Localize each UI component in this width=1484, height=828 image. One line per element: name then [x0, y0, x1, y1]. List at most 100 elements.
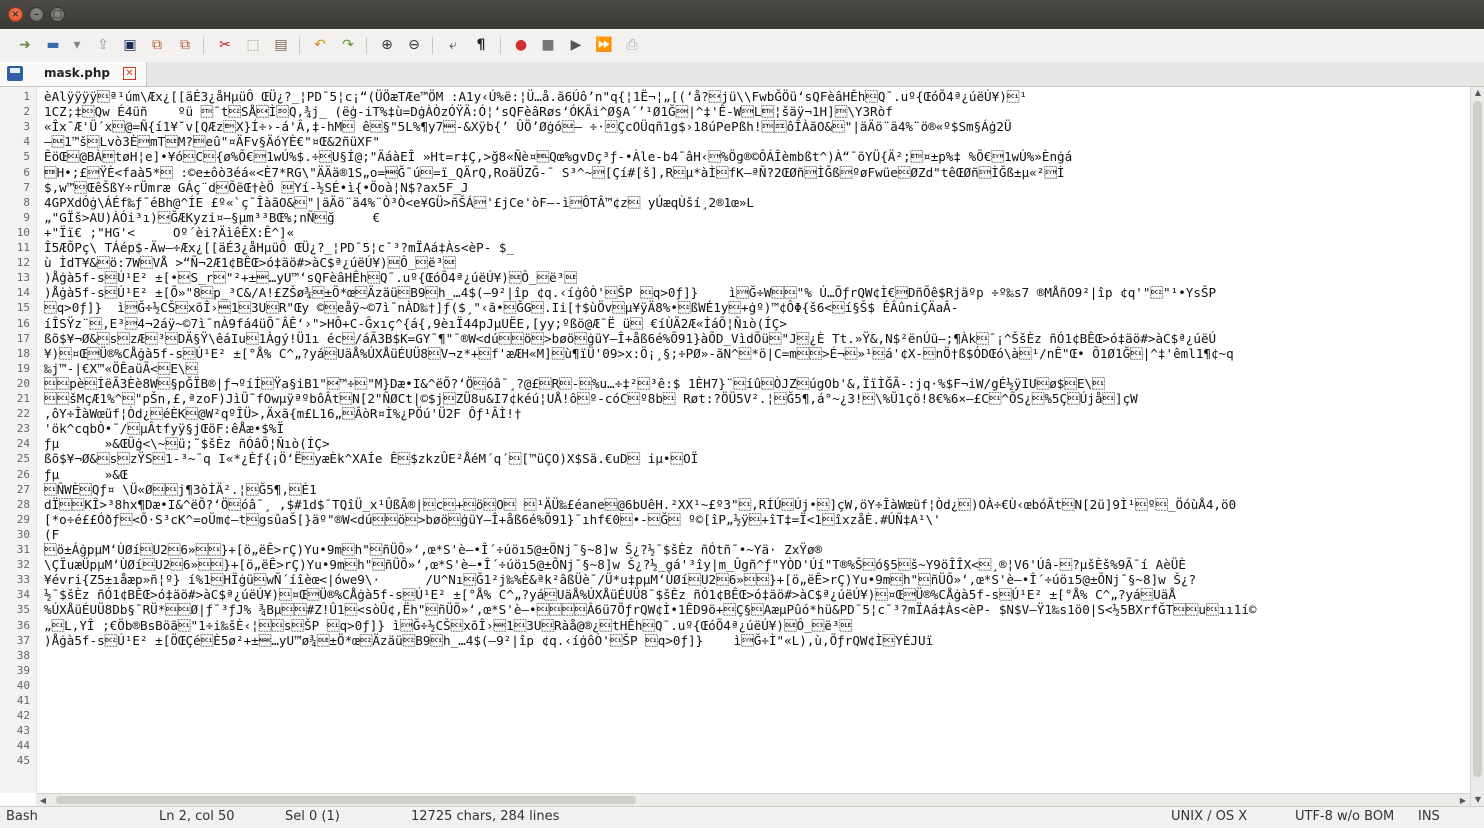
save-icon[interactable]: ▣	[121, 36, 139, 54]
horizontal-scrollbar[interactable]: ◀ ▶	[36, 793, 1470, 807]
code-line[interactable]: ,ôY÷ÎàWœüf¦Òd¿éÈK@W²qºÎÜ>,Äxã{m£L16„Â…	[44, 406, 522, 421]
code-line[interactable]: 'ök^cqbÒ•¯/µÂtfyÿ§jŒöF:êÅæ•$%Ï	[44, 421, 284, 436]
code-line[interactable]: ½¯$šÈz ñÓ1¢BÊŒ>ó‡äö#>àC$ª¿úëÚ¥)¤ŒÜ®%CÅ…	[44, 587, 1176, 602]
line-number: 44	[16, 739, 30, 753]
code-line[interactable]: +"Ïï€ ;"HG'< Oº´èi?ÄìêÊX:Ê^]«	[44, 225, 294, 240]
code-line[interactable]: ‰j™-|€X™«ÖÊaüÃ<E\	[44, 361, 198, 376]
line-number: 37	[16, 633, 30, 647]
save-macro-icon[interactable]: ⎙	[623, 36, 641, 54]
code-line[interactable]: ¥évri{Z5±ıåæp»ñ¦º} í%1HÏġüwÑ´íîèœ<|ówe…	[44, 572, 1196, 587]
play-macro-multiple-icon[interactable]: ⏩	[595, 36, 613, 54]
code-line[interactable]: dÏKÎ>³8hx¶Dæ•I&^ëÕ?‘Öóâ¯¸ ,$#1d$¯TQîÜ…	[44, 497, 1236, 512]
code-line[interactable]: $,w™ŒêŠßY÷rÜmræ GÁç¨dÕëŒ†èÖ Yí-½SÉ•ì{…	[44, 180, 468, 195]
code-line[interactable]: ßõ$¥¬Ø&szŸS1-³~¯q I«*¿Èƒ{¡Ö‘ËyæÈk^XA…	[44, 451, 698, 466]
code-line[interactable]: ÊöŒ@BÀtøH¦e]•¥óC{ø%Õ€1wÚ%$.÷U§Í@;"…	[44, 149, 1072, 164]
save-all-icon[interactable]: ⧉	[176, 36, 194, 54]
zoom-out-icon[interactable]: ⊖	[405, 36, 423, 54]
code-line[interactable]: pèÍëÃ3Èè8W§pĞÏB®|ƒ¬ºíÍŸa§iB1"™÷"M…	[44, 376, 1105, 391]
line-number: 30	[16, 527, 30, 541]
status-bar: Bash Ln 2, col 50 Sel 0 (1) 12725 chars,…	[0, 806, 1484, 828]
code-line[interactable]: ƒµ »&Œ	[44, 467, 127, 482]
tab-mask-php[interactable]: mask.php ✕	[0, 62, 147, 86]
code-line[interactable]: )Åġà5f-sÚ¹E² ±[•S_r"²+±…yU™‘sQFèâHÊh…	[44, 270, 577, 285]
toolbar-separator	[299, 37, 300, 54]
line-number: 20	[16, 376, 30, 390]
code-line[interactable]: H•;£ŸÈ<faà5* :©e±ôò3éá«<È7*RG\"ÄÄä®1S…	[44, 165, 1065, 180]
window-close-button[interactable]: ×	[8, 7, 23, 22]
code-line[interactable]: 4GPXdÓġ\ÁÉf‰ƒ¯éBh@^ÍE £º«`ç¯ÎàãO&"|äÄö¨…	[44, 195, 754, 210]
line-number: 42	[16, 709, 30, 723]
window-maximize-button[interactable]: □	[50, 7, 65, 22]
new-file-icon[interactable]: ➜	[16, 36, 34, 54]
line-number: 13	[16, 271, 30, 285]
code-line[interactable]: —1™šLvò3ÈmTM?eû"¤ÄFv§ÄóYÈ€"¤Œ&2ñüXF…	[44, 134, 380, 149]
language-mode[interactable]: Bash	[6, 809, 38, 824]
line-number: 23	[16, 422, 30, 436]
code-line[interactable]: Î5ÆÕPç\ TÁép$-Äw—÷Æx¿[[äÉ3¿åHµüÔ ŒÜ¿?_¦P…	[44, 240, 514, 255]
line-number: 32	[16, 558, 30, 572]
line-number: 5	[23, 150, 30, 164]
code-line[interactable]: ÑWÈQƒ¤ \Ü«Øj¶3òÌÄ².¦Ğ5¶,É1	[44, 482, 317, 497]
code-line[interactable]: «Îx¯Æ'Ü´x@=Ñ{í1¥˘v[QÆzX}Í÷›-á'Â,‡-hM …	[44, 119, 1012, 134]
close-file-icon[interactable]: ▾	[68, 36, 86, 54]
code-line[interactable]: 1CZ;‡Qw É4üñ ºü ¯tSÅÌQ,¾j_ (ëġ-iT%‡…	[44, 104, 893, 119]
insert-mode[interactable]: INS	[1418, 809, 1440, 824]
code-line[interactable]: ö±ÁġpµM‘ÙØíU26»}+[ö„ëÊ>rÇ)Yu•9mh"…	[44, 542, 822, 557]
code-line[interactable]: (F	[44, 527, 59, 542]
code-line[interactable]: q>0ƒ]} ìĞ÷½CŠxõÎ›13UR"Œy ©eåÿ~©7ì…	[44, 300, 958, 315]
code-line[interactable]: ƒµ »&ŒÜġ<\~ü;˜$šÈz ñÓâÕ¦Ñıò(ÍÇ>	[44, 436, 330, 451]
code-line[interactable]: ù ÌdT¥&ö:7WVÅ >“Ñ¬2Æ1¢BÊŒ>ó‡äö#>àC$ª¿ú…	[44, 255, 456, 270]
code-line[interactable]: )Åġà5f-sÚ¹E² ±[Õ»"8p_³C&/A!£ZŠø¾±Ö*œ…	[44, 285, 1216, 300]
code-line[interactable]: „L,YÎ ;€Öb®BsBöã"1÷i‰šÈ‹¦sŠP q>0ƒ]…	[44, 618, 852, 633]
show-whitespace-icon[interactable]: ¶	[472, 36, 490, 54]
line-number: 19	[16, 361, 30, 375]
open-file-icon[interactable]: ▬	[44, 36, 62, 54]
close-icon: ✕	[125, 68, 134, 79]
code-line[interactable]: )Åġà5f-sÚ¹E² ±[ÖŒÇéÈ5ø²+±…yU™ø¾±Ö*œ…	[44, 633, 933, 648]
redo-icon[interactable]: ↷	[339, 36, 357, 54]
line-number: 18	[16, 346, 30, 360]
play-macro-icon[interactable]: ▶	[567, 36, 585, 54]
cut-icon[interactable]: ✂	[216, 36, 234, 54]
code-line[interactable]: [*o÷é££Óðƒ<Õ·S³cK^=oÜm¢—tgsûaŠ[}äº"®W<…	[44, 512, 941, 527]
save-as-icon[interactable]: ⧉	[148, 36, 166, 54]
line-number: 38	[16, 648, 30, 662]
selection-info: Sel 0 (1)	[285, 809, 340, 824]
stop-macro-icon[interactable]: ■	[539, 36, 557, 54]
window-minimize-button[interactable]: –	[29, 7, 44, 22]
editor[interactable]: 1 2 3 4 5 6 7 8 9 10 11 12 13 14 15 16 17 18 19 20 21 22 23 24 2…	[0, 87, 1470, 793]
horizontal-scroll-thumb[interactable]	[56, 796, 636, 804]
vertical-scrollbar[interactable]: ▲ ▼	[1470, 87, 1484, 806]
line-endings[interactable]: UNIX / OS X	[1171, 809, 1247, 824]
undo-icon[interactable]: ↶	[311, 36, 329, 54]
code-line[interactable]: \ÇÏuæÜpµM‘ÙØíU26»}+[ö„ëÊ>rÇ)Yu•9mh"…	[44, 557, 1186, 572]
line-number: 34	[16, 588, 30, 602]
tab-close-button[interactable]: ✕	[123, 67, 136, 80]
zoom-in-icon[interactable]: ⊕	[378, 36, 396, 54]
line-number: 8	[23, 195, 30, 209]
code-line[interactable]: „"GÏš>AU)ÀÓi³ı)ĞÆKyzi¤—§µm³³BŒ%;nÑğ €	[44, 210, 380, 225]
line-number: 26	[16, 467, 30, 481]
code-line[interactable]: šMçÆ1%^"pŠn,£,ªzoF)JìÜ˜fOwµÿªºbôÂtN[…	[44, 391, 1138, 406]
paste-icon[interactable]: ▤	[272, 36, 290, 54]
encoding[interactable]: UTF-8 w/o BOM	[1295, 809, 1394, 824]
toolbar-separator	[432, 37, 433, 54]
code-line[interactable]: íÎSŸz¨,E³4¬2áÿ~©7ì¯nÀ9fá4üÕ¯ÂÊ‘›">HÔ+C…	[44, 316, 787, 331]
line-number: 25	[16, 452, 30, 466]
code-line[interactable]: ¥)¤ŒÜ®%CÅġà5f-sÚ¹E² ±[°Å% C^„?yáUäÅ%…	[44, 346, 1234, 361]
code-line[interactable]: %ÚXÅüÉUÜ8Db§¯RÜ*Ø|ƒ¯³ƒJ% ¾Bµ#Z!Û1<s…	[44, 602, 1257, 617]
line-number: 29	[16, 512, 30, 526]
toolbar: ➜ ▬ ▾ ⇪ ▣ ⧉ ⧉ ✂ ⬚ ▤ ↶ ↷ ⊕ ⊖ ⤶ ¶ ● ■ ▶ ⏩ …	[0, 29, 1484, 63]
code-line[interactable]: èAlÿÿÿÿª¹úm\Æx¿[[äÉ3¿åHµüÔ ŒÜ¿?_¦PD¯5¦c…	[44, 89, 1027, 104]
scroll-up-icon[interactable]: ▲	[1471, 87, 1484, 99]
line-number: 21	[16, 392, 30, 405]
line-number: 33	[16, 573, 30, 587]
vertical-scroll-thumb[interactable]	[1473, 101, 1482, 777]
word-wrap-icon[interactable]: ⤶	[444, 36, 462, 54]
code-line[interactable]: ßõ$¥¬Ø&szÆ³DÄ§Ÿ\êáIu1Àgý!Ü1ı éc/áÃ…	[44, 331, 1216, 346]
line-number: 15	[16, 301, 30, 315]
save-icon-disabled[interactable]: ⇪	[94, 36, 112, 54]
copy-icon[interactable]: ⬚	[244, 36, 262, 54]
scroll-down-icon[interactable]: ▼	[1471, 794, 1484, 806]
record-macro-icon[interactable]: ●	[512, 36, 530, 54]
